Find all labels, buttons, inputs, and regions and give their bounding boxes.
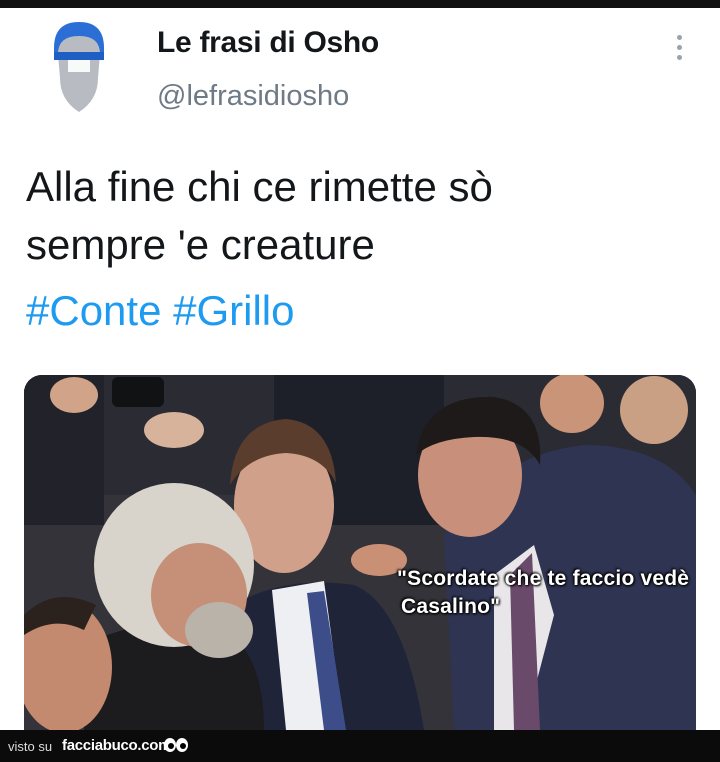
- bearded-man-avatar-icon: [54, 22, 104, 112]
- camera-shape: [112, 377, 164, 407]
- display-name[interactable]: Le frasi di Osho: [157, 26, 379, 60]
- more-options-button[interactable]: [664, 30, 694, 64]
- photo-scene: [24, 375, 696, 730]
- tweet-text: Alla fine chi ce rimette sò sempre 'e cr…: [26, 158, 696, 274]
- watermark-footer: visto su facciabuco.com: [0, 730, 720, 762]
- user-handle[interactable]: @lefrasidiosho: [157, 80, 349, 113]
- tweet-photo[interactable]: "Scordate che te faccio vedè Casalino": [24, 375, 696, 730]
- hashtag-grillo[interactable]: #Grillo: [173, 287, 294, 334]
- tweet-text-line-1: Alla fine chi ce rimette sò: [26, 163, 493, 210]
- hashtag-conte[interactable]: #Conte: [26, 287, 161, 334]
- vertical-ellipsis-icon: [676, 34, 682, 60]
- tweet-text-line-2: sempre 'e creature: [26, 221, 375, 268]
- caption-line-2: Casalino": [401, 595, 501, 618]
- top-bar: [0, 0, 720, 8]
- hashtags: #Conte #Grillo: [26, 282, 294, 340]
- caption-line-1: "Scordate che te faccio vedè: [397, 567, 690, 590]
- footer-label: visto su: [8, 739, 53, 754]
- photo-caption: "Scordate che te faccio vedè Casalino": [397, 565, 689, 621]
- eyes-logo-icon: [164, 738, 188, 752]
- footer-site-link[interactable]: facciabuco.com: [62, 737, 171, 754]
- avatar[interactable]: [48, 18, 110, 116]
